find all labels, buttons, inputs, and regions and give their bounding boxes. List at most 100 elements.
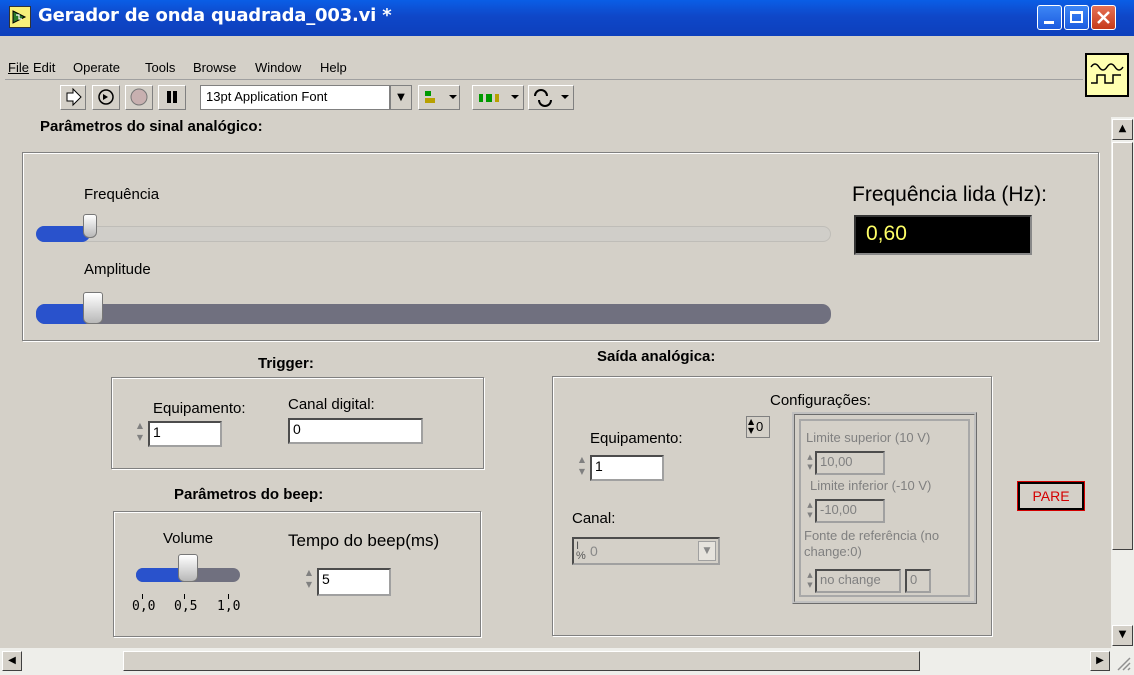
config-index-value: 0 — [756, 419, 764, 434]
font-dropdown-arrow[interactable]: ▼ — [390, 85, 412, 110]
frequency-slider-fill — [36, 226, 90, 242]
ref-source-field[interactable]: no change — [815, 569, 901, 593]
scroll-left-button[interactable]: ◀ — [2, 651, 22, 671]
pause-button[interactable] — [158, 85, 186, 110]
align-objects-icon — [425, 91, 457, 103]
menu-tools[interactable]: Tools — [145, 60, 175, 75]
labview-vi-icon[interactable] — [9, 6, 31, 28]
divider — [5, 79, 1083, 80]
ao-device-spinner[interactable]: ▲ ▼ — [575, 454, 589, 482]
lower-limit-label: Limite inferior (-10 V) — [810, 478, 932, 493]
ao-channel-select[interactable]: I% 0 ▼ — [572, 537, 720, 565]
digital-channel-label: Canal digital: — [288, 396, 375, 413]
abort-button[interactable] — [125, 85, 153, 110]
close-button[interactable] — [1091, 5, 1116, 30]
reorder-button[interactable] — [528, 85, 574, 110]
menu-operate-label: Operate — [73, 60, 120, 75]
amplitude-label: Amplitude — [84, 261, 151, 278]
frequency-slider[interactable] — [36, 210, 831, 244]
lower-limit-field[interactable]: -10,00 — [815, 499, 885, 523]
close-icon — [1097, 11, 1110, 24]
resize-grip-icon[interactable] — [1114, 654, 1132, 672]
frequency-label: Frequência — [84, 186, 160, 203]
amplitude-slider[interactable] — [36, 288, 831, 326]
reorder-icon — [534, 89, 569, 107]
volume-tick-label: 0,0 — [132, 599, 156, 614]
beep-heading: Parâmetros do beep: — [174, 486, 324, 503]
font-select-value: 13pt Application Font — [206, 89, 328, 104]
io-channel-icon: I% — [576, 540, 586, 562]
ref-source-num-field[interactable]: 0 — [905, 569, 931, 593]
vertical-scrollbar[interactable]: ▲ ▼ — [1111, 117, 1134, 648]
upper-limit-field[interactable]: 10,00 — [815, 451, 885, 475]
menu-tools-label: Tools — [145, 60, 176, 75]
scroll-down-button[interactable]: ▼ — [1112, 625, 1133, 646]
menu-operate[interactable]: Operate — [73, 60, 120, 75]
scroll-right-button[interactable]: ▶ — [1090, 651, 1110, 671]
beep-duration-value: 5 — [322, 571, 330, 587]
run-continuously-icon — [98, 89, 114, 105]
ref-source-label: Fonte de referência (no change:0) — [804, 528, 940, 559]
amplitude-slider-thumb[interactable] — [83, 292, 103, 324]
menu-edit-label: Edit — [33, 60, 56, 75]
digital-channel-field[interactable]: 0 — [288, 418, 423, 444]
minimize-icon — [1044, 21, 1054, 24]
stop-button[interactable]: PARE — [1017, 481, 1085, 511]
distribute-objects-icon — [479, 94, 519, 102]
vi-connector-icon[interactable] — [1085, 53, 1129, 97]
menu-file[interactable]: File — [8, 60, 29, 75]
menu-browse-label: Browse — [193, 60, 237, 75]
trigger-device-value: 1 — [153, 424, 161, 440]
frequency-slider-thumb[interactable] — [83, 214, 97, 238]
trigger-device-spinner[interactable]: ▲ ▼ — [133, 420, 147, 448]
horizontal-scroll-thumb[interactable] — [123, 651, 920, 671]
scroll-up-button[interactable]: ▲ — [1112, 119, 1133, 140]
maximize-button[interactable] — [1064, 5, 1089, 30]
menu-help-label: Help — [320, 60, 347, 75]
beep-duration-spinner[interactable]: ▲ ▼ — [302, 567, 316, 595]
align-objects-button[interactable] — [418, 85, 460, 110]
square-wave-icon — [1090, 63, 1124, 84]
run-button[interactable] — [60, 85, 86, 110]
lower-limit-value: -10,00 — [820, 502, 857, 517]
volume-tick-label: 0,5 — [174, 599, 198, 614]
volume-label: Volume — [163, 530, 214, 547]
chevron-down-icon[interactable]: ▼ — [698, 541, 716, 561]
maximize-icon — [1070, 11, 1083, 23]
frequency-slider-track — [36, 226, 831, 242]
pause-icon — [167, 91, 177, 103]
config-index-control[interactable]: ▲ ▼ 0 — [746, 416, 770, 438]
run-continuously-button[interactable] — [92, 85, 120, 110]
index-spinner-icon: ▲ ▼ — [748, 417, 755, 435]
distribute-objects-button[interactable] — [472, 85, 524, 110]
analog-output-heading: Saída analógica: — [597, 348, 716, 365]
ao-channel-label: Canal: — [572, 510, 616, 527]
vertical-scroll-thumb[interactable] — [1112, 142, 1133, 550]
trigger-device-field[interactable]: 1 — [148, 421, 222, 447]
ao-device-value: 1 — [595, 458, 603, 474]
beep-duration-field[interactable]: 5 — [317, 568, 391, 596]
amplitude-slider-track — [36, 304, 831, 324]
freq-read-label: Frequência lida (Hz): — [852, 183, 1047, 206]
analog-params-heading: Parâmetros do sinal analógico: — [40, 118, 263, 135]
volume-slider[interactable] — [136, 552, 240, 586]
config-label: Configurações: — [770, 392, 871, 409]
font-select[interactable]: 13pt Application Font — [200, 85, 390, 110]
freq-read-indicator: 0,60 — [854, 215, 1032, 255]
stop-sign-icon — [130, 88, 148, 106]
horizontal-scrollbar[interactable]: ◀ ▶ — [0, 648, 1134, 675]
menu-help[interactable]: Help — [320, 60, 347, 75]
ao-channel-value: 0 — [590, 543, 598, 559]
ref-source-value: no change — [820, 572, 881, 587]
volume-slider-thumb[interactable] — [178, 554, 198, 582]
menu-edit[interactable]: Edit — [33, 60, 55, 75]
menu-window[interactable]: Window — [255, 60, 301, 75]
upper-limit-value: 10,00 — [820, 454, 853, 469]
stop-button-label: PARE — [1032, 488, 1070, 504]
trigger-heading: Trigger: — [258, 355, 314, 372]
ao-device-field[interactable]: 1 — [590, 455, 664, 481]
menu-browse[interactable]: Browse — [193, 60, 236, 75]
minimize-button[interactable] — [1037, 5, 1062, 30]
upper-limit-label: Limite superior (10 V) — [806, 430, 931, 445]
beep-duration-label: Tempo do beep(ms) — [288, 531, 440, 550]
